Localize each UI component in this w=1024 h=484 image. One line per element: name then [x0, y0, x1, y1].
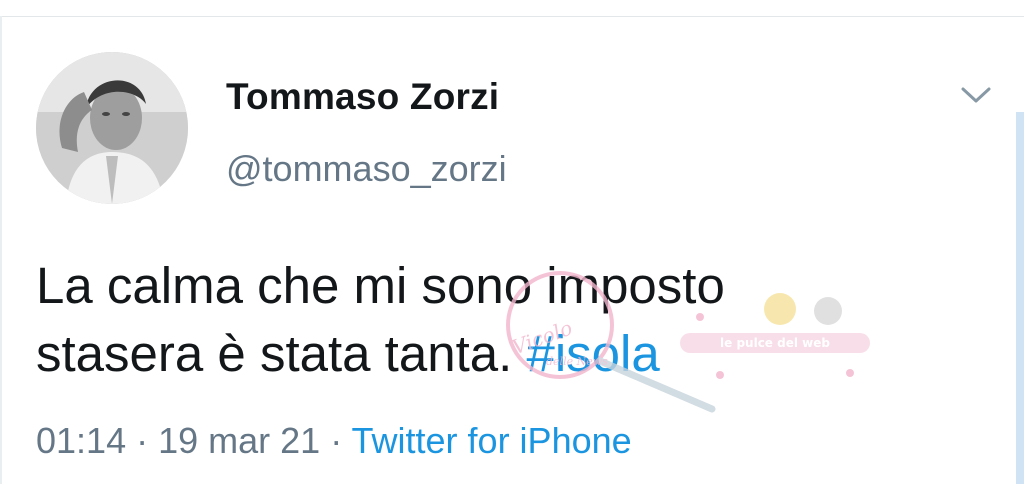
scrollbar[interactable] [1016, 112, 1024, 484]
avatar[interactable] [36, 52, 188, 204]
tweet-text-line-2: stasera è stata tanta. #isola [36, 320, 936, 388]
hashtag-link[interactable]: #isola [526, 325, 659, 382]
left-divider [0, 16, 2, 484]
chevron-down-icon [961, 87, 991, 103]
user-handle[interactable]: @tommaso_zorzi [226, 148, 507, 190]
meta-separator: · [126, 420, 159, 461]
meta-separator: · [320, 420, 352, 461]
tweet-text-plain: stasera è stata tanta. [36, 325, 527, 382]
tweet-time[interactable]: 01:14 [36, 420, 126, 461]
more-options-button[interactable] [958, 80, 994, 108]
tweet-metadata: 01:14 · 19 mar 21 · Twitter for iPhone [36, 420, 632, 462]
top-divider [0, 16, 1024, 17]
tweet-text-line-1: La calma che mi sono imposto [36, 257, 725, 314]
avatar-photo [36, 52, 188, 204]
tweet-text: La calma che mi sono imposto stasera è s… [36, 252, 936, 388]
tweet-source-link[interactable]: Twitter for iPhone [352, 420, 632, 461]
tweet-date[interactable]: 19 mar 21 [158, 420, 320, 461]
display-name[interactable]: Tommaso Zorzi [226, 76, 499, 118]
